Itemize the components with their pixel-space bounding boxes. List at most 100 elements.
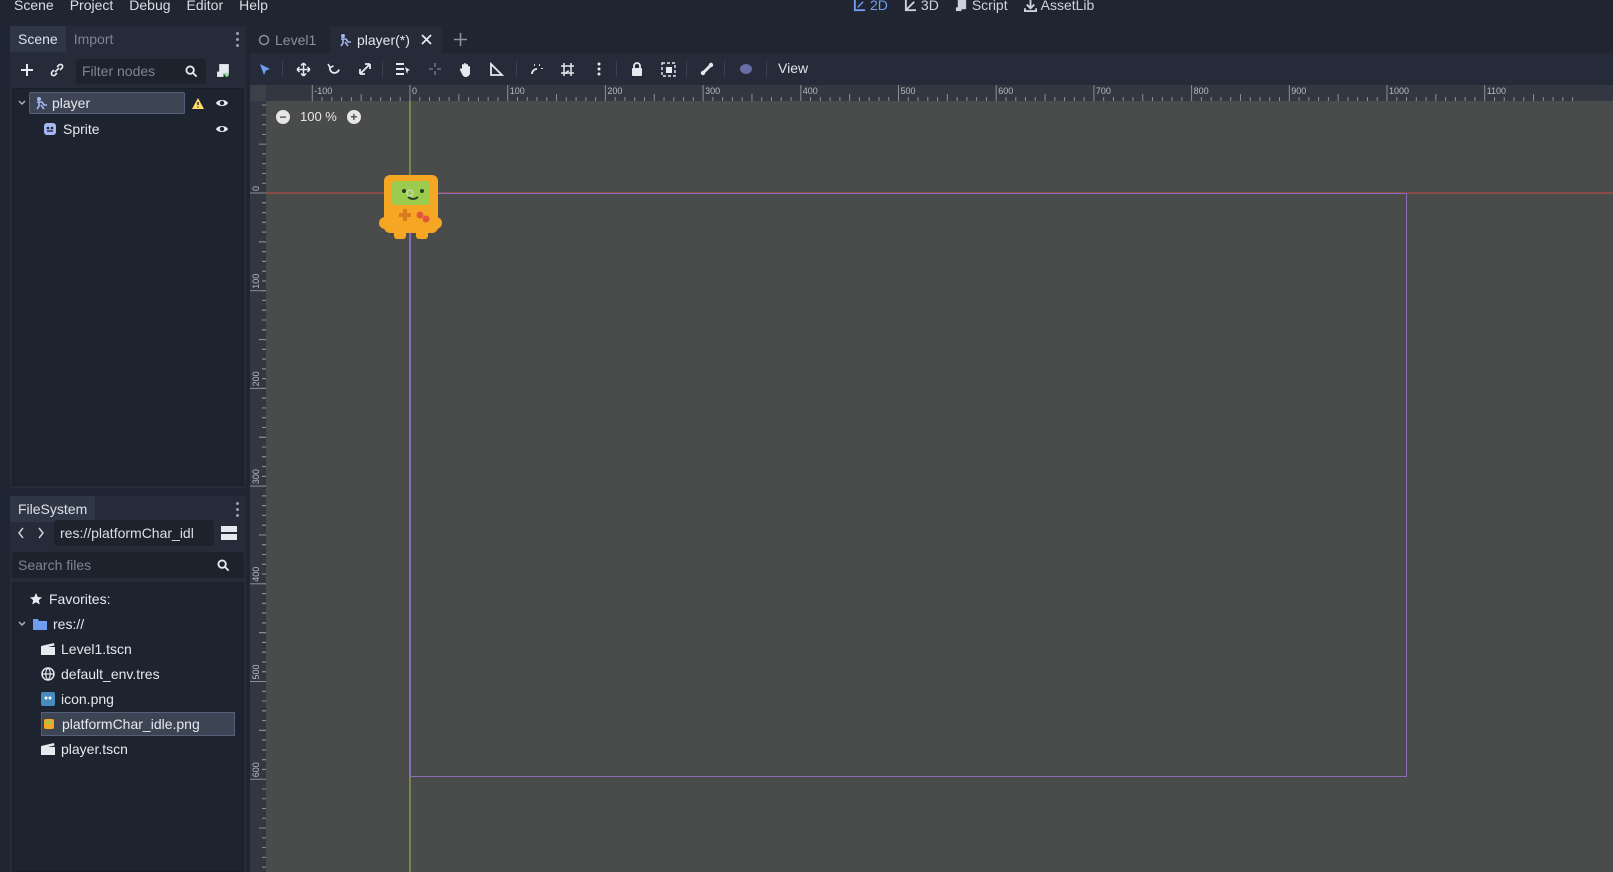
file-default-env[interactable]: default_env.tres <box>41 662 160 686</box>
tab-player-label: player(*) <box>357 31 410 48</box>
environment-icon <box>41 667 55 681</box>
tab-level1[interactable]: Level1 <box>250 26 324 53</box>
2d-screen-button[interactable]: 2D <box>853 0 888 13</box>
history-back-button[interactable] <box>12 522 30 544</box>
list-select-icon <box>396 63 410 75</box>
tab-player[interactable]: player(*) <box>330 26 442 53</box>
select-mode-button[interactable] <box>255 59 275 79</box>
pivot-mode-button[interactable] <box>425 59 445 79</box>
2d-icon <box>853 0 866 11</box>
search-files-button[interactable] <box>212 554 234 576</box>
kebab-icon <box>597 62 601 76</box>
visibility-eye-icon[interactable] <box>215 123 229 135</box>
warning-icon[interactable] <box>191 97 205 110</box>
bone-icon <box>700 62 714 76</box>
scene-dock-menu-icon[interactable] <box>234 30 240 48</box>
plus-icon <box>454 33 467 46</box>
filesystem-menu-icon[interactable] <box>234 500 240 518</box>
file-name: platformChar_idle.png <box>62 716 200 732</box>
camera-override-button[interactable] <box>735 59 755 79</box>
sprite-icon <box>44 123 56 135</box>
tab-filesystem[interactable]: FileSystem <box>10 496 96 522</box>
view-menu[interactable]: View <box>778 60 808 76</box>
favorites-row[interactable]: Favorites: <box>29 587 110 611</box>
file-platformchar-idle[interactable]: platformChar_idle.png <box>41 712 235 736</box>
split-view-icon <box>221 526 237 540</box>
ruler-mode-button[interactable] <box>487 59 507 79</box>
ruler-icon <box>490 62 504 76</box>
collapse-arrow-icon <box>18 621 26 627</box>
toggle-split-mode-button[interactable] <box>218 522 240 544</box>
2d-viewport[interactable]: -100 0 100 200 300 400 500 600 700 800 900 1000 1100… <box>250 85 1613 872</box>
file-tree: Favorites: res:// Level1.tscn default_en… <box>12 582 244 872</box>
zoom-level[interactable]: 100 % <box>300 109 337 124</box>
file-level1[interactable]: Level1.tscn <box>41 637 132 661</box>
folder-icon <box>33 619 47 630</box>
list-select-button[interactable] <box>393 59 413 79</box>
search-icon <box>216 558 229 571</box>
file-icon-png[interactable]: icon.png <box>41 687 114 711</box>
script-screen-button[interactable]: Script <box>955 0 1008 13</box>
player-sprite <box>379 175 442 239</box>
scene-dock-tabs: Scene Import <box>10 26 121 52</box>
snap-icon <box>531 64 543 75</box>
file-name: default_env.tres <box>61 666 160 682</box>
download-icon <box>1023 0 1037 12</box>
3d-screen-button[interactable]: 3D <box>904 0 939 13</box>
grid-snap-button[interactable] <box>557 59 577 79</box>
filter-search-button[interactable] <box>180 60 202 82</box>
visibility-eye-icon[interactable] <box>215 97 229 109</box>
group-button[interactable] <box>658 59 678 79</box>
2d-label: 2D <box>870 0 888 13</box>
skeleton-button[interactable] <box>697 59 717 79</box>
instance-scene-button[interactable] <box>46 59 68 81</box>
menu-editor[interactable]: Editor <box>179 0 232 13</box>
tab-scene[interactable]: Scene <box>10 26 66 52</box>
snap-options-button[interactable] <box>589 59 609 79</box>
zoom-in-button[interactable]: + <box>346 109 361 124</box>
tab-import[interactable]: Import <box>66 26 122 52</box>
chevron-right-icon <box>38 527 44 539</box>
group-icon <box>660 61 676 77</box>
scene-file-icon <box>41 643 55 655</box>
add-node-button[interactable] <box>16 59 38 81</box>
camera-icon <box>739 64 752 74</box>
menu-scene[interactable]: Scene <box>6 0 62 13</box>
scale-mode-button[interactable] <box>355 59 375 79</box>
history-forward-button[interactable] <box>32 522 50 544</box>
script-label: Script <box>971 0 1008 13</box>
file-player-tscn[interactable]: player.tscn <box>41 737 128 761</box>
canvas-toolbar: View <box>250 53 1613 85</box>
menu-debug[interactable]: Debug <box>121 0 178 13</box>
close-icon[interactable] <box>421 34 432 45</box>
filesystem-dock-tabs: FileSystem <box>10 496 96 522</box>
move-mode-button[interactable] <box>293 59 313 79</box>
node2d-circle-icon <box>258 34 270 45</box>
tree-node-player-label-box: player <box>29 92 185 114</box>
favorites-label: Favorites: <box>49 591 111 607</box>
attach-script-button[interactable] <box>212 59 234 81</box>
res-root-row[interactable]: res:// <box>17 612 84 636</box>
pan-mode-button[interactable] <box>456 59 476 79</box>
zoom-out-button[interactable]: − <box>276 109 290 124</box>
search-files-input[interactable]: Search files <box>12 552 244 578</box>
collapse-arrow-icon <box>18 100 26 106</box>
assetlib-screen-button[interactable]: AssetLib <box>1023 0 1095 13</box>
assetlib-label: AssetLib <box>1040 0 1095 13</box>
rotate-icon <box>326 63 340 74</box>
new-scene-tab-button[interactable] <box>446 26 475 53</box>
lock-button[interactable] <box>627 59 647 79</box>
pivot-icon <box>429 63 441 75</box>
smart-snap-button[interactable] <box>527 59 547 79</box>
tree-node-player[interactable]: player <box>17 91 243 115</box>
menu-project[interactable]: Project <box>62 0 122 13</box>
scene-toolbar: Filter nodes <box>10 56 246 86</box>
tab-level1-label: Level1 <box>275 31 317 48</box>
main-menu: Scene Project Debug Editor Help <box>6 0 276 13</box>
menu-help[interactable]: Help <box>231 0 276 13</box>
script-add-icon <box>216 63 229 77</box>
rotate-mode-button[interactable] <box>324 59 344 79</box>
tree-node-sprite[interactable]: Sprite <box>43 117 243 141</box>
path-field[interactable]: res://platformChar_idl <box>54 520 214 546</box>
3d-label: 3D <box>920 0 939 13</box>
